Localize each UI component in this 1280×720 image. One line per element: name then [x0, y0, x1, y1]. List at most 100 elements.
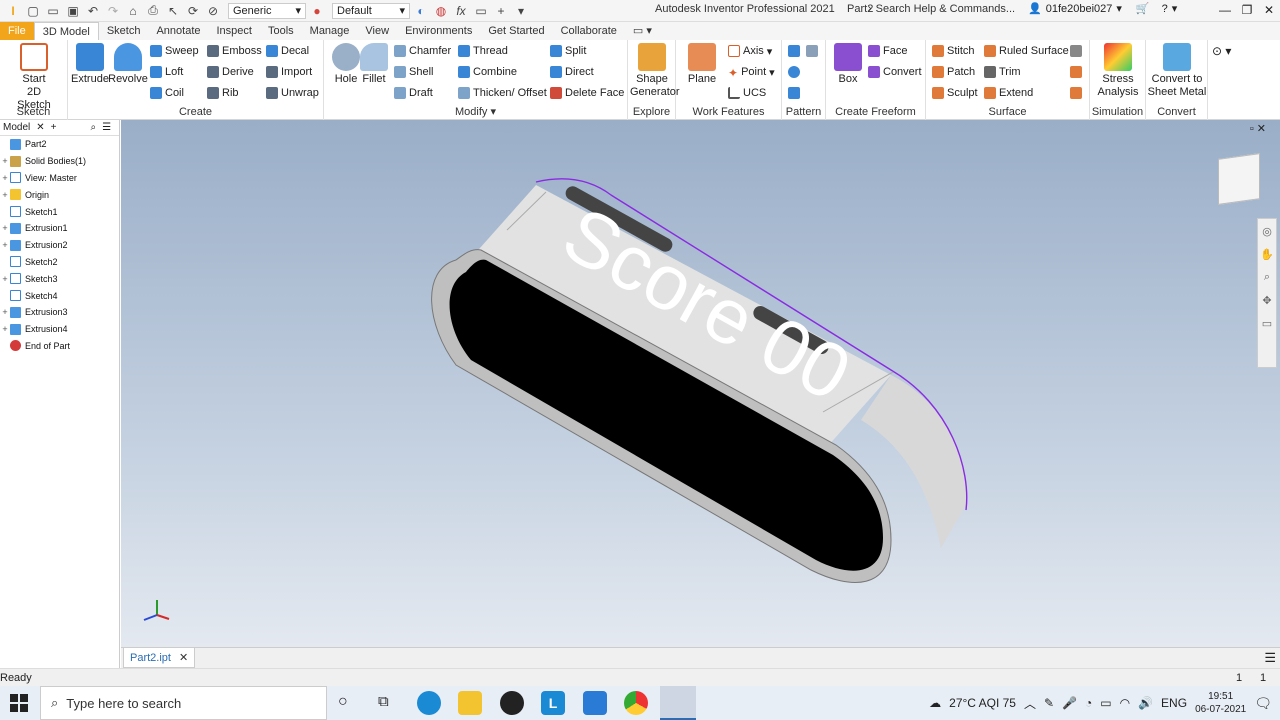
browser-node[interactable]: + View: Master [0, 170, 119, 187]
patch-button[interactable]: Patch [932, 63, 975, 81]
measure-icon[interactable]: ▭ [472, 2, 490, 20]
user-account[interactable]: 👤 01fe20bei027 ▾ 🛒? ▾ [1028, 2, 1177, 16]
doc-tab-part2[interactable]: Part2.ipt ✕ [123, 648, 196, 668]
orbit-icon[interactable]: ✥ [1262, 294, 1271, 307]
tab-environments[interactable]: Environments [397, 22, 480, 40]
browser-node[interactable]: + Solid Bodies(1) [0, 153, 119, 170]
decal-button[interactable]: Decal [266, 42, 309, 60]
browser-tab-model[interactable]: Model [3, 122, 30, 133]
split-button[interactable]: Split [550, 42, 586, 60]
open-icon[interactable]: ▭ [44, 2, 62, 20]
restore-icon[interactable]: ❐ [1236, 0, 1258, 20]
close-icon[interactable]: ✕ [36, 122, 44, 133]
graphics-window[interactable]: Score 00 ◎ ✋ ⌕ ✥ ▭ ▫ ✕ [121, 120, 1280, 647]
volume-icon[interactable]: 🔊 [1138, 696, 1153, 710]
expand-toggle[interactable]: + [0, 240, 10, 250]
ribbon-options-icon[interactable]: ▭ ▾ [625, 22, 660, 40]
tab-annotate[interactable]: Annotate [148, 22, 208, 40]
expand-toggle[interactable]: + [0, 274, 10, 284]
browser-node[interactable]: End of Part [0, 338, 119, 355]
windows-start-icon[interactable] [10, 694, 28, 712]
browser-node[interactable]: Part2 [0, 136, 119, 153]
tab-tools[interactable]: Tools [260, 22, 302, 40]
cart-icon[interactable]: 🛒 [1136, 2, 1150, 15]
app-l-icon[interactable]: L [541, 691, 565, 715]
help-search[interactable]: › Search Help & Commands... [868, 0, 1020, 18]
battery-icon[interactable]: ▭ [1100, 696, 1111, 710]
panel-modify-label[interactable]: Modify ▾ [324, 105, 627, 118]
select-icon[interactable]: ↖ [164, 2, 182, 20]
xbox-icon[interactable] [500, 691, 524, 715]
expand-toggle[interactable]: + [0, 307, 10, 317]
start-2d-sketch-button[interactable]: Start 2D Sketch [10, 43, 58, 112]
draft-button[interactable]: Draft [394, 84, 433, 102]
appearance-select[interactable]: Default ▾ [332, 2, 410, 19]
update-icon[interactable]: ⟳ [184, 2, 202, 20]
add-icon[interactable]: + [492, 2, 510, 20]
tab-manage[interactable]: Manage [302, 22, 358, 40]
browser-node[interactable]: Sketch1 [0, 203, 119, 220]
expand-toggle[interactable]: + [0, 223, 10, 233]
weather-text[interactable]: 27°C AQI 75 [949, 696, 1016, 710]
expand-toggle[interactable]: + [0, 173, 10, 183]
redo-icon[interactable]: ↷ [104, 2, 122, 20]
direct-button[interactable]: Direct [550, 63, 594, 81]
browser-node[interactable]: Sketch2 [0, 254, 119, 271]
maximize-icon[interactable]: ▫ ✕ [1250, 122, 1266, 135]
customize-icon[interactable]: ▾ [512, 2, 530, 20]
circular-pattern-icon[interactable] [788, 63, 800, 81]
expand-toggle[interactable]: + [0, 156, 10, 166]
sweep-button[interactable]: Sweep [150, 42, 199, 60]
steering-wheel-icon[interactable]: ◎ [1262, 225, 1272, 238]
return-icon[interactable]: ⊘ [204, 2, 222, 20]
mirror-icon[interactable] [806, 42, 818, 60]
revolve-button[interactable]: Revolve [106, 43, 150, 86]
fillet-button[interactable]: Fillet [352, 43, 396, 86]
view-cube[interactable] [1218, 153, 1260, 205]
combine-button[interactable]: Combine [458, 63, 517, 81]
sketch-pattern-icon[interactable] [788, 84, 800, 102]
convert-button[interactable]: Convert [868, 63, 922, 81]
notifications-icon[interactable]: 🗨 [1254, 695, 1272, 712]
close-icon[interactable]: ✕ [179, 651, 188, 664]
save-icon[interactable]: ▣ [64, 2, 82, 20]
edge-icon[interactable] [417, 691, 441, 715]
clear-icon[interactable]: ◍ [432, 2, 450, 20]
plane-button[interactable]: Plane [680, 43, 724, 86]
tab-inspect[interactable]: Inspect [209, 22, 260, 40]
fit-mesh-icon[interactable] [1070, 63, 1082, 81]
network-icon[interactable]: ◔ [1085, 696, 1092, 710]
repair-icon[interactable] [1070, 42, 1082, 60]
browser-node[interactable]: + Origin [0, 186, 119, 203]
pen-icon[interactable]: ✎ [1044, 696, 1054, 710]
mail-icon[interactable] [583, 691, 607, 715]
material-select[interactable]: Generic ▾ [228, 2, 306, 19]
tab-sketch[interactable]: Sketch [99, 22, 149, 40]
fx-icon[interactable]: fx [452, 2, 470, 20]
stitch-button[interactable]: Stitch [932, 42, 975, 60]
import-button[interactable]: Import [266, 63, 312, 81]
sculpt-button[interactable]: Sculpt [932, 84, 978, 102]
print-icon[interactable]: ⎙ [144, 2, 162, 20]
tab-3d-model[interactable]: 3D Model [33, 22, 99, 40]
coil-button[interactable]: Coil [150, 84, 184, 102]
chrome-icon[interactable] [624, 691, 648, 715]
browser-node[interactable]: + Extrusion3 [0, 304, 119, 321]
menu-icon[interactable]: ☰ [102, 122, 111, 133]
file-explorer-icon[interactable] [458, 691, 482, 715]
point-button[interactable]: ✦ Point ▾ [728, 63, 775, 81]
menu-icon[interactable]: ☰ [1264, 650, 1276, 666]
loft-button[interactable]: Loft [150, 63, 183, 81]
browser-node[interactable]: Sketch4 [0, 287, 119, 304]
adjust-icon[interactable]: ◐ [412, 2, 430, 20]
stress-analysis-button[interactable]: Stress Analysis [1096, 43, 1140, 99]
copy-object-icon[interactable] [1070, 84, 1082, 102]
wifi-icon[interactable]: ◠ [1120, 696, 1130, 710]
help-icon[interactable]: ? [1162, 3, 1168, 15]
tab-get-started[interactable]: Get Started [480, 22, 552, 40]
axis-button[interactable]: Axis ▾ [728, 42, 772, 60]
rectangular-pattern-icon[interactable] [788, 42, 800, 60]
appearance-icon[interactable]: ● [308, 2, 326, 20]
pan-icon[interactable]: ✋ [1260, 248, 1274, 261]
box-button[interactable]: Box [826, 43, 870, 86]
